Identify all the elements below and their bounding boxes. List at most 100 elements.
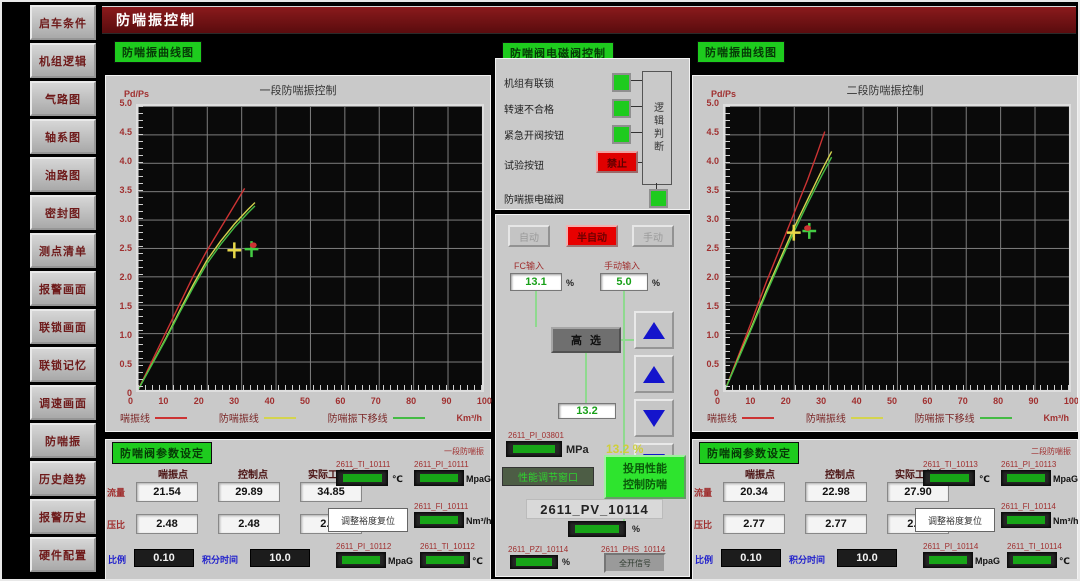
sidebar-item-9[interactable]: 联锁记忆 <box>30 347 96 382</box>
col-header-surge: 喘振点 <box>745 466 775 481</box>
operating-point-marker <box>227 242 241 258</box>
legend-item-0: 喘振线 <box>120 410 187 425</box>
legend-swatch <box>742 417 774 419</box>
increase-button[interactable] <box>634 355 674 393</box>
tag-value-display <box>414 470 464 486</box>
curve-防喘振线 <box>138 203 255 390</box>
tag-unit: ℃ <box>979 474 990 485</box>
sidebar-item-3[interactable]: 轴系图 <box>30 119 96 154</box>
tag-label: 2611_PI_10112 <box>336 542 391 551</box>
sidebar-item-14[interactable]: 硬件配置 <box>30 537 96 572</box>
sidebar-item-13[interactable]: 报警历史 <box>30 499 96 534</box>
surge-curves-stage1 <box>138 106 482 390</box>
emergency-open-label: 紧急开阀按钮 <box>504 127 564 142</box>
margin-reset-button[interactable]: 调整裕度复位 <box>328 508 408 532</box>
tag-label: 2611_TI_10111 <box>336 460 390 469</box>
increase-fast-button[interactable] <box>634 311 674 349</box>
x-tick-label: 20 <box>781 396 791 406</box>
chart-legend: 喘振线防喘振线防喘振下移线Km³/h <box>707 410 1069 425</box>
sidebar-item-2[interactable]: 气路图 <box>30 81 96 116</box>
y-tick-label: 2.5 <box>119 243 132 253</box>
high-select-button[interactable]: 高选 <box>551 327 621 353</box>
y-tick-label: 2.5 <box>706 243 719 253</box>
p-gain-label: 比例 <box>695 553 713 566</box>
fc-input-unit: % <box>566 278 574 288</box>
signal-line <box>535 291 537 327</box>
col-header-control: 控制点 <box>238 466 268 481</box>
legend-item-2: 防喘振下移线 <box>915 410 1012 425</box>
sidebar-item-5[interactable]: 密封图 <box>30 195 96 230</box>
fc-input-field[interactable]: 13.1 <box>510 273 562 291</box>
x-tick-label: 50 <box>887 396 897 406</box>
led-value <box>426 556 463 564</box>
pressure-tag-label: 2611_PI_03801 <box>508 431 564 440</box>
margin-reset-button[interactable]: 调整裕度复位 <box>915 508 995 532</box>
x-tick-label: 70 <box>958 396 968 406</box>
led-value <box>1007 516 1044 524</box>
performance-window-button[interactable]: 性能调节窗口 <box>502 467 594 486</box>
tab-curve-left: 防喘振曲线图 <box>114 41 202 63</box>
ratio-control-point: 2.48 <box>218 514 280 534</box>
y-tick-label: 4.5 <box>706 127 719 137</box>
tab-curve-right: 防喘振曲线图 <box>697 41 785 63</box>
i-time-field[interactable]: 10.0 <box>837 549 897 567</box>
y-tick-label: 5.0 <box>119 98 132 108</box>
sidebar-item-7[interactable]: 报警画面 <box>30 271 96 306</box>
manual-mode-button[interactable]: 手动 <box>632 225 674 247</box>
x-tick-label: 40 <box>852 396 862 406</box>
sidebar-item-10[interactable]: 调速画面 <box>30 385 96 420</box>
x-axis-unit-label: Km³/h <box>456 413 482 423</box>
p-gain-field[interactable]: 0.10 <box>721 549 781 567</box>
legend-item-1: 防喘振线 <box>806 410 883 425</box>
params-title: 防喘阀参数设定 <box>112 442 212 464</box>
x-tick-label: 90 <box>1029 396 1039 406</box>
legend-swatch <box>155 417 187 419</box>
x-tick-label: 100 <box>1064 396 1079 406</box>
led-value <box>575 525 619 533</box>
valve-pos-tag-label: 2611_PZI_10114 <box>508 545 568 554</box>
test-button[interactable]: 禁止 <box>596 151 638 173</box>
chart-panel-stage2: 二段防喘振控制 Pd/Ps 5.04.54.03.53.02.52.01.51.… <box>692 75 1078 432</box>
tag-value-display <box>923 552 973 568</box>
arrow-up-icon <box>643 322 665 339</box>
signal-line <box>585 353 587 403</box>
manual-input-field[interactable]: 5.0 <box>600 273 648 291</box>
logic-judgement-box: 逻辑判断 <box>642 71 672 185</box>
semi-auto-mode-button[interactable]: 半自动 <box>566 225 618 247</box>
fc-input-label: FC输入 <box>514 259 544 272</box>
anti-surge-control-panel: 自动 半自动 手动 FC输入 手动输入 13.1 % 5.0 % 高选 13.2… <box>495 214 690 577</box>
surge-curves-stage2 <box>725 106 1069 390</box>
y-tick-label: 4.0 <box>119 156 132 166</box>
sidebar-item-11[interactable]: 防喘振 <box>30 423 96 458</box>
sidebar-item-0[interactable]: 启车条件 <box>30 5 96 40</box>
enable-performance-control-button[interactable]: 投用性能 控制防喘 <box>604 455 686 499</box>
valve-pos-display <box>510 555 558 569</box>
output-value-field[interactable]: 13.2 <box>558 403 616 419</box>
x-axis-unit-label: Km³/h <box>1043 413 1069 423</box>
sidebar-item-6[interactable]: 测点清单 <box>30 233 96 268</box>
x-tick-label: 70 <box>371 396 381 406</box>
led-value <box>342 556 379 564</box>
sidebar-item-12[interactable]: 历史趋势 <box>30 461 96 496</box>
arrow-up-icon <box>643 366 665 383</box>
window-title-bar: 防喘振控制 <box>102 6 1076 34</box>
emergency-open-indicator <box>612 125 631 144</box>
plot-area-stage1 <box>136 104 484 392</box>
tag-value-display <box>1001 470 1051 486</box>
y-tick-label: 1.5 <box>119 301 132 311</box>
sidebar-item-8[interactable]: 联锁画面 <box>30 309 96 344</box>
y-tick-label: 3.5 <box>706 185 719 195</box>
ratio-surge-point: 2.48 <box>136 514 198 534</box>
i-time-field[interactable]: 10.0 <box>250 549 310 567</box>
chart-panel-stage1: 一段防喘振控制 Pd/Ps 5.04.54.03.53.02.52.01.51.… <box>105 75 491 432</box>
tag-label: 2611_PI_10111 <box>414 460 469 469</box>
p-gain-field[interactable]: 0.10 <box>134 549 194 567</box>
sidebar-item-1[interactable]: 机组逻辑 <box>30 43 96 78</box>
decrease-button[interactable] <box>634 399 674 437</box>
x-tick-label: 60 <box>335 396 345 406</box>
i-time-label: 积分时间 <box>202 553 238 566</box>
open-signal-button[interactable]: 全开信号 <box>604 553 666 573</box>
solenoid-valve-panel: 机组有联锁 转速不合格 紧急开阀按钮 试验按钮 禁止 逻辑判断 防喘振电磁阀 <box>495 58 690 210</box>
auto-mode-button[interactable]: 自动 <box>508 225 550 247</box>
sidebar-item-4[interactable]: 油路图 <box>30 157 96 192</box>
